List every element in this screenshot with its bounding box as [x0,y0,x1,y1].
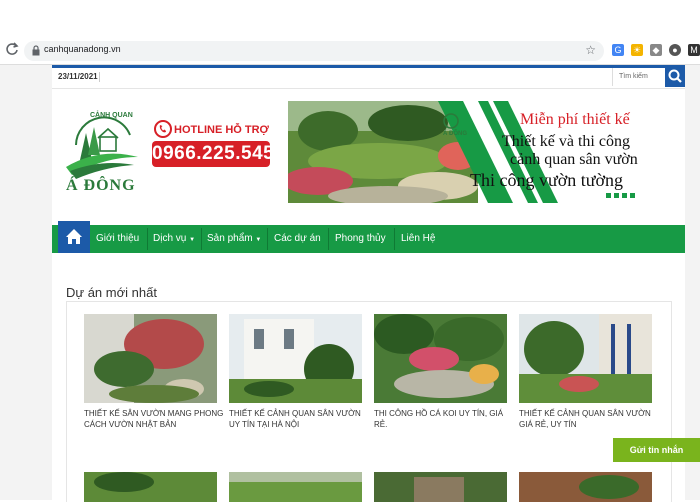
projects-grid: THIẾT KẾ SÂN VƯỜN MANG PHONG CÁCH VƯỜN N… [66,301,672,502]
project-title[interactable]: THIẾT KẾ CẢNH QUAN SÂN VƯỜN UY TÍN TẠI H… [229,408,369,430]
top-bar: 23/11/2021 Tìm kiếm [52,65,685,89]
logo-arc-text: CẢNH QUAN [90,110,133,119]
url-text: canhquanadong.vn [44,44,121,54]
nav-divider [394,228,395,250]
website: 23/11/2021 Tìm kiếm CẢNH QUAN Á ĐÔNG HOT… [52,65,685,502]
lock-icon [32,45,40,56]
banner-line-2: Thiết kế và thi công [502,133,630,150]
nav-item-cac-du-an[interactable]: Các dự án [274,225,321,253]
search-icon [668,69,682,83]
home-button[interactable] [58,221,90,253]
nav-divider [201,228,202,250]
shield-icon[interactable]: ◆ [650,44,662,56]
nav-item-san-pham[interactable]: Sản phẩm ▼ [207,225,261,253]
project-thumbnail[interactable] [374,472,507,502]
bookmark-star-icon[interactable]: ☆ [585,43,596,57]
hotline-block[interactable]: HOTLINE HỖ TRỢ 0966.225.545 [152,120,274,170]
sun-icon[interactable]: ☀ [631,44,643,56]
user-icon[interactable]: ● [669,44,681,56]
search-button[interactable] [665,65,685,87]
home-icon [66,229,82,244]
main-nav: Giới thiệu Dịch vụ ▼ Sản phẩm ▼ Các dự á… [52,221,685,253]
current-date: 23/11/2021 [58,72,98,81]
banner-headline: Miễn phí thiết kế [520,111,630,128]
nav-item-label: Dịch vụ [153,233,187,244]
project-thumbnail[interactable] [84,472,217,502]
send-message-button[interactable]: Gửi tin nhắn [613,438,700,462]
project-thumbnail[interactable] [374,314,507,403]
search-placeholder: Tìm kiếm [619,73,648,80]
project-title[interactable]: THI CÔNG HỒ CÁ KOI UY TÍN, GIÁ RẺ. [374,408,514,430]
hotline-label: HOTLINE HỖ TRỢ [174,124,269,136]
reload-icon[interactable] [3,42,21,60]
project-thumbnail[interactable] [519,314,652,403]
phone-icon [154,120,172,138]
nav-item-phong-thuy[interactable]: Phong thủy [335,225,386,253]
search-input[interactable]: Tìm kiếm [612,68,666,86]
project-thumbnail[interactable] [519,472,652,502]
browser-toolbar: canhquanadong.vn ☆ G ☀ ◆ ● M [0,38,700,65]
nav-item-gioi-thieu[interactable]: Giới thiệu [96,225,139,253]
nav-item-lien-he[interactable]: Liên Hệ [401,225,435,253]
project-thumbnail[interactable] [229,472,362,502]
project-thumbnail[interactable] [229,314,362,403]
address-bar[interactable]: canhquanadong.vn ☆ [24,41,604,61]
banner-line-3: cảnh quan sân vườn [510,151,638,168]
banner-line-4: Thi công vườn tường [470,170,624,190]
banner-brand: Á ĐÔNG [443,131,467,137]
nav-divider [328,228,329,250]
translate-icon[interactable]: G [612,44,624,56]
nav-divider [267,228,268,250]
m-icon[interactable]: M [688,44,700,56]
nav-item-dich-vu[interactable]: Dịch vụ ▼ [153,225,195,253]
section-title: Dự án mới nhất [66,285,157,300]
caret-down-icon: ▼ [255,237,262,243]
project-title[interactable]: THIẾT KẾ SÂN VƯỜN MANG PHONG CÁCH VƯỜN N… [84,408,224,430]
caret-down-icon: ▼ [189,237,196,243]
hotline-number[interactable]: 0966.225.545 [152,141,274,167]
project-thumbnail[interactable] [84,314,217,403]
header-banner[interactable]: Á ĐÔNG Miễn phí thiết kế Thiết kế và thi… [288,101,683,203]
project-title[interactable]: THIẾT KẾ CẢNH QUAN SÂN VƯỜN GIÁ RẺ, UY T… [519,408,659,430]
browser-tabstrip [0,0,700,38]
nav-divider [147,228,148,250]
divider [99,72,100,82]
logo-text: Á ĐÔNG [66,177,136,194]
nav-item-label: Sản phẩm [207,233,253,244]
